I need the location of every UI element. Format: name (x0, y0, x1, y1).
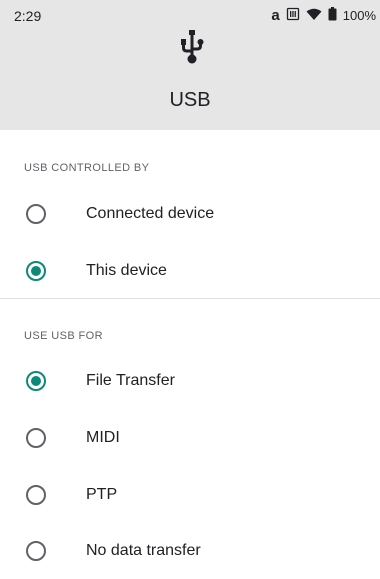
section-divider (0, 298, 380, 299)
page-title: USB (169, 89, 211, 111)
option-connected-device[interactable]: Connected device (0, 186, 380, 242)
status-time: 2:29 (14, 8, 42, 24)
section-header-use-usb-for: USE USB FOR (24, 330, 103, 342)
option-file-transfer[interactable]: File Transfer (0, 353, 380, 409)
option-label: PTP (86, 486, 118, 503)
section-header-controlled-by: USB CONTROLLED BY (24, 162, 150, 174)
radio-file-transfer[interactable] (26, 371, 46, 391)
app-header: 2:29 a 100% USB (0, 0, 380, 130)
wifi-icon (306, 8, 322, 24)
sim-icon (286, 7, 300, 24)
battery-icon (328, 7, 337, 24)
a-icon: a (271, 7, 280, 24)
status-icons: a 100% (271, 7, 376, 24)
option-this-device[interactable]: This device (0, 243, 380, 299)
radio-this-device[interactable] (26, 261, 46, 281)
radio-connected-device[interactable] (26, 204, 46, 224)
radio-midi[interactable] (26, 428, 46, 448)
option-label: File Transfer (86, 372, 175, 389)
option-no-data-transfer[interactable]: No data transfer (0, 523, 380, 579)
radio-ptp[interactable] (26, 485, 46, 505)
option-label: Connected device (86, 205, 215, 222)
option-label: No data transfer (86, 542, 201, 559)
option-label: MIDI (86, 429, 120, 446)
option-label: This device (86, 262, 167, 279)
radio-no-data-transfer[interactable] (26, 541, 46, 561)
option-ptp[interactable]: PTP (0, 467, 380, 523)
battery-percent: 100% (342, 8, 376, 23)
usb-icon (181, 30, 204, 64)
option-midi[interactable]: MIDI (0, 410, 380, 466)
